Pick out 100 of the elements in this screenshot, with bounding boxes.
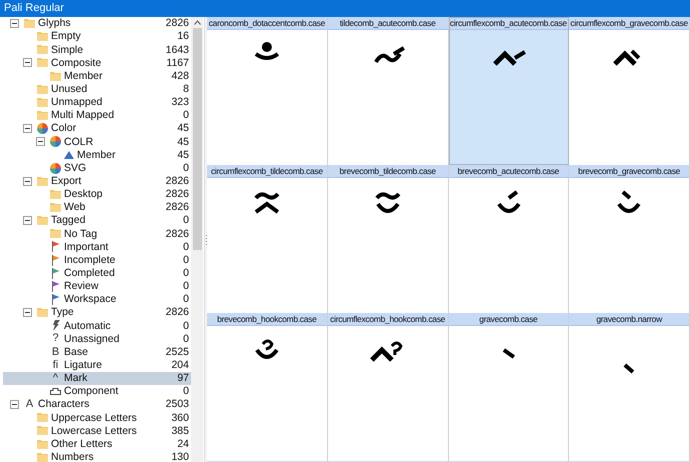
tree-item[interactable]: B Base 2525 [3, 346, 191, 359]
tree-item[interactable]: Web 2826 [3, 200, 191, 214]
folder-icon [37, 58, 48, 68]
tree-item[interactable]: Workspace 0 [3, 292, 191, 306]
glyph-drawing [613, 50, 641, 66]
tree-item[interactable]: Automatic 0 [3, 319, 191, 332]
glyph-name: brevecomb_acutecomb.case [448, 165, 568, 178]
tree-item[interactable]: Other Letters 24 [3, 438, 191, 451]
tree-item[interactable]: Type 2826 [3, 306, 191, 320]
glyph-cell[interactable]: circumflexcomb_hookcomb.case [328, 313, 448, 461]
tree-item[interactable]: Export 2826 [3, 174, 191, 188]
tree-label: SVG [64, 162, 88, 174]
glyph-cell[interactable]: brevecomb_acutecomb.case [448, 165, 570, 313]
tree-item[interactable]: Unmapped 323 [3, 96, 191, 109]
tree-item[interactable]: Tagged 0 [3, 214, 191, 228]
glyph-cell[interactable]: tildecomb_acutecomb.case [328, 17, 448, 165]
tree-item[interactable]: Uppercase Letters 360 [3, 411, 191, 424]
tree-item[interactable]: Incomplete 0 [3, 254, 191, 267]
tree-item[interactable]: Component 0 [3, 384, 191, 398]
collapse-icon[interactable] [10, 19, 19, 28]
glyph-name: tildecomb_acutecomb.case [328, 17, 448, 30]
tree-label: COLR [64, 136, 94, 148]
collapse-icon[interactable] [23, 216, 32, 226]
tree-label: Workspace [64, 294, 118, 305]
glyph-drawing [374, 46, 405, 64]
tree-item[interactable]: Member 428 [3, 70, 191, 83]
folder-icon [50, 190, 61, 199]
collapse-icon[interactable] [23, 308, 32, 318]
scroll-up-icon[interactable] [194, 20, 200, 25]
tree-item[interactable]: Color 45 [3, 122, 191, 136]
collapse-icon[interactable] [23, 176, 32, 186]
tree-label: Web [64, 202, 86, 213]
tree-item[interactable]: Completed 0 [3, 266, 191, 280]
tree-item[interactable]: Desktop 2826 [3, 188, 191, 201]
item-count: 0 [183, 294, 190, 305]
glyph-name: brevecomb_tildecomb.case [328, 165, 448, 178]
glyph-name: circumflexcomb_tildecomb.case [207, 165, 327, 178]
item-count: 8 [183, 84, 190, 95]
tree-label: Component [64, 386, 120, 397]
tree-item[interactable]: SVG 0 [3, 162, 191, 175]
tree-item[interactable]: Member 45 [3, 148, 191, 162]
tree-item[interactable]: COLR 45 [3, 135, 191, 148]
glyph-name: brevecomb_hookcomb.case [207, 313, 327, 326]
tree-item[interactable]: Simple 1643 [3, 43, 191, 56]
glyph-drawing [254, 42, 279, 60]
tree-item[interactable]: Glyphs 2826 [3, 17, 191, 30]
tree-item[interactable]: ? Unassigned 0 [3, 332, 191, 346]
folder-icon [24, 19, 35, 28]
color-wheel-icon [50, 162, 61, 174]
tree-item[interactable]: Lowercase Letters 385 [3, 424, 191, 438]
glyph-cell[interactable]: brevecomb_gravecomb.case [569, 165, 690, 313]
tree-label: Important [64, 242, 110, 252]
tree-label: Tagged [51, 215, 86, 226]
tree-item[interactable]: Important 0 [3, 240, 191, 254]
item-count: 16 [177, 31, 190, 42]
glyph-cell[interactable]: circumflexcomb_gravecomb.case [569, 17, 690, 165]
glyph-name: gravecomb.narrow [569, 313, 689, 326]
glyph-cell[interactable]: brevecomb_hookcomb.case [207, 313, 328, 461]
scrollbar-thumb[interactable] [192, 28, 202, 250]
tree-label: Numbers [51, 452, 95, 462]
collapse-icon[interactable] [36, 137, 45, 146]
tree-label: Review [64, 281, 100, 292]
folder-icon [37, 32, 48, 42]
glyph-cell[interactable]: brevecomb_tildecomb.case [328, 165, 448, 313]
item-count: 2826 [166, 18, 190, 29]
tree-label: Glyphs [38, 18, 72, 29]
tree-item[interactable]: Numbers 130 [3, 450, 191, 462]
tree-label: Automatic [64, 320, 112, 332]
glyph-cell[interactable]: caroncomb_dotaccentcomb.case [207, 17, 328, 165]
glyph-name: brevecomb_gravecomb.case [569, 165, 689, 178]
glyph-cell[interactable]: gravecomb.case [448, 313, 570, 461]
tree-item[interactable]: Unused 8 [3, 82, 191, 96]
tree-item[interactable]: A Characters 2503 [3, 398, 191, 412]
tree-item[interactable]: Review 0 [3, 280, 191, 293]
tree-item[interactable]: Empty 16 [3, 30, 191, 44]
glyph-cell[interactable]: circumflexcomb_acutecomb.case [448, 17, 570, 165]
tree-label: Unmapped [51, 97, 104, 108]
tree-item[interactable]: ^ Mark 97 [3, 372, 191, 385]
tree-item[interactable]: Multi Mapped 0 [3, 108, 191, 122]
glyph-drawing [370, 342, 402, 362]
item-count: 2826 [166, 189, 190, 200]
item-count: 2503 [166, 399, 190, 410]
type-symbol: A [26, 399, 34, 410]
glyph-cell[interactable]: gravecomb.narrow [569, 313, 690, 461]
collapse-icon[interactable] [23, 124, 32, 134]
collapse-icon[interactable] [23, 58, 32, 68]
item-count: 24 [177, 438, 190, 450]
folder-icon [37, 111, 48, 120]
scrollbar[interactable] [191, 17, 203, 462]
folder-icon [37, 45, 48, 54]
tree-label: Completed [64, 268, 116, 278]
collapse-icon[interactable] [10, 400, 19, 410]
tree-item[interactable]: Composite 1167 [3, 56, 191, 70]
tree-item[interactable]: fi Ligature 204 [3, 358, 191, 372]
glyph-cell[interactable]: circumflexcomb_tildecomb.case [207, 165, 328, 313]
tree-item[interactable]: No Tag 2826 [3, 227, 191, 240]
folder-icon [37, 440, 48, 449]
folder-icon [50, 203, 61, 212]
glyph-drawing [255, 340, 278, 359]
glyph-drawing [618, 190, 641, 213]
